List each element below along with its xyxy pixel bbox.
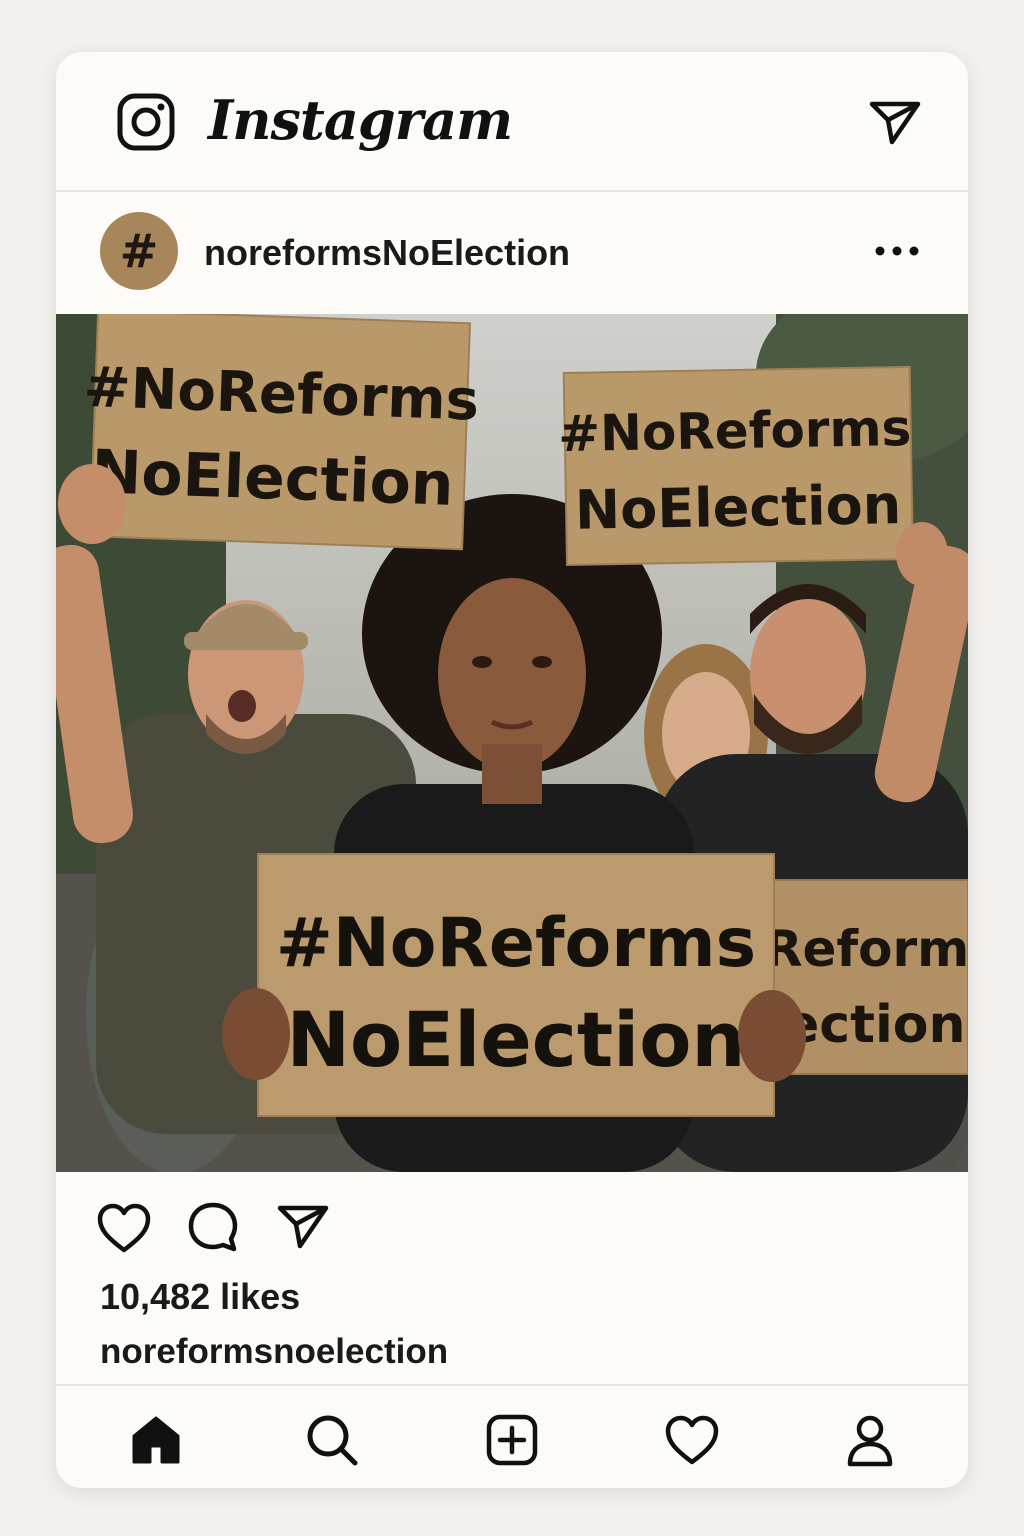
caption-username[interactable]: noreformsnoelection [100, 1332, 448, 1372]
comment-icon[interactable] [186, 1200, 240, 1254]
likes-count[interactable]: 10,482 likes [100, 1276, 300, 1318]
more-horizontal-icon[interactable] [874, 244, 920, 258]
sign-4-line-1: Reforms [764, 920, 968, 978]
sign-1-line-2: NoElection [90, 437, 455, 520]
heart-icon[interactable] [664, 1412, 720, 1468]
app-frame: Instagram # noreformsNoElection #NoRefor… [56, 52, 968, 1488]
avatar-glyph: # [119, 224, 159, 278]
paper-plane-icon[interactable] [276, 1202, 330, 1250]
home-icon[interactable] [128, 1412, 184, 1468]
sign-3-line-2: NoElection [286, 995, 745, 1084]
post-header: # noreformsNoElection [56, 192, 968, 314]
brand-wordmark[interactable]: Instagram [208, 88, 513, 152]
sign-4-line-2: ection [784, 995, 966, 1055]
instagram-camera-icon[interactable] [116, 92, 176, 152]
sign-2-line-1: #NoReforms [558, 399, 912, 463]
paper-plane-icon[interactable] [868, 98, 922, 146]
sign-1-line-1: #NoReforms [83, 355, 481, 434]
person-icon[interactable] [842, 1412, 898, 1468]
plus-square-icon[interactable] [484, 1412, 540, 1468]
bottom-navigation [56, 1384, 968, 1488]
sign-2-line-2: NoElection [574, 473, 901, 542]
avatar[interactable]: # [100, 212, 178, 290]
post-username[interactable]: noreformsNoElection [204, 232, 570, 274]
heart-icon[interactable] [96, 1202, 152, 1254]
top-bar: Instagram [56, 52, 968, 192]
protest-illustration: #NoReforms NoElection #NoReforms NoElect… [56, 314, 968, 1172]
post-image[interactable]: #NoReforms NoElection #NoReforms NoElect… [56, 314, 968, 1172]
sign-3-line-1: #NoReforms [276, 904, 756, 983]
search-icon[interactable] [304, 1412, 360, 1468]
